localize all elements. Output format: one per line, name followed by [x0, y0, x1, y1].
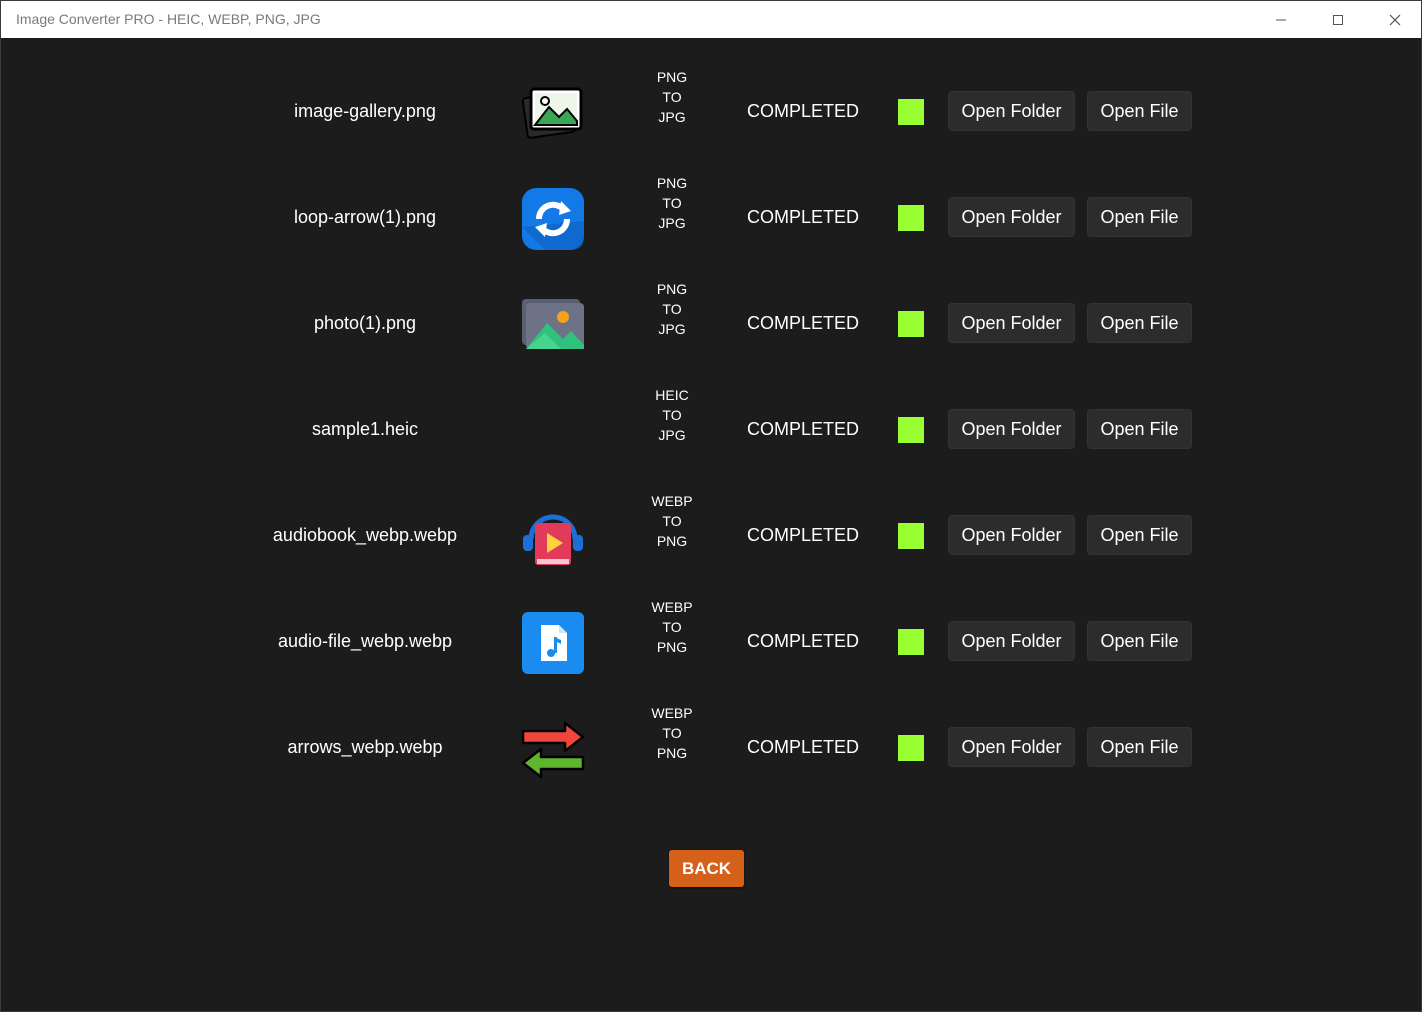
open-file-button[interactable]: Open File	[1087, 409, 1192, 449]
status-text: COMPLETED	[747, 101, 860, 121]
conversion-label: HEIC TO JPG	[641, 385, 703, 445]
to-word: TO	[662, 513, 682, 529]
open-file-button[interactable]: Open File	[1087, 515, 1192, 555]
file-name: audio-file_webp.webp	[277, 631, 453, 651]
open-folder-button[interactable]: Open Folder	[948, 515, 1075, 555]
status-indicator	[898, 629, 924, 655]
close-button[interactable]	[1367, 1, 1422, 38]
image-gallery-icon	[521, 81, 585, 145]
file-name: sample1.heic	[311, 419, 419, 439]
audiobook-icon	[521, 505, 585, 569]
source-format: PNG	[656, 175, 688, 191]
source-format: WEBP	[651, 493, 693, 509]
to-word: TO	[662, 301, 682, 317]
file-row: loop-arrow(1).png PNG TO JPG COMPLETED O…	[1, 144, 1421, 250]
file-row: arrows_webp.webp WEBP TO PNG COMPLETED O…	[1, 674, 1421, 780]
to-word: TO	[662, 619, 682, 635]
file-name: audiobook_webp.webp	[272, 525, 458, 545]
to-word: TO	[662, 195, 682, 211]
file-row: audio-file_webp.webp WEBP TO PNG COMPLET…	[1, 568, 1421, 674]
source-format: PNG	[656, 281, 688, 297]
target-format: PNG	[656, 639, 688, 655]
status-indicator	[898, 205, 924, 231]
open-file-button[interactable]: Open File	[1087, 621, 1192, 661]
open-file-button[interactable]: Open File	[1087, 727, 1192, 767]
status-text: COMPLETED	[747, 313, 860, 333]
target-format: PNG	[656, 533, 688, 549]
file-name: arrows_webp.webp	[287, 737, 443, 757]
to-word: TO	[662, 725, 682, 741]
loop-arrow-icon	[521, 187, 585, 251]
target-format: JPG	[658, 427, 686, 443]
source-format: PNG	[656, 69, 688, 85]
open-folder-button[interactable]: Open Folder	[948, 727, 1075, 767]
status-text: COMPLETED	[747, 631, 860, 651]
file-name: image-gallery.png	[294, 101, 436, 121]
file-name: loop-arrow(1).png	[293, 207, 437, 227]
open-file-button[interactable]: Open File	[1087, 91, 1192, 131]
file-row: audiobook_webp.webp WEBP TO PNG COMPLETE…	[1, 462, 1421, 568]
conversion-label: PNG TO JPG	[641, 173, 703, 233]
minimize-button[interactable]	[1253, 1, 1309, 38]
open-folder-button[interactable]: Open Folder	[948, 409, 1075, 449]
open-file-button[interactable]: Open File	[1087, 303, 1192, 343]
open-file-button[interactable]: Open File	[1087, 197, 1192, 237]
conversion-label: PNG TO JPG	[641, 279, 703, 339]
open-folder-button[interactable]: Open Folder	[948, 621, 1075, 661]
open-folder-button[interactable]: Open Folder	[948, 197, 1075, 237]
status-indicator	[898, 735, 924, 761]
status-text: COMPLETED	[747, 419, 860, 439]
app-window: Image Converter PRO - HEIC, WEBP, PNG, J…	[0, 0, 1422, 1012]
conversion-label: WEBP TO PNG	[641, 703, 703, 763]
source-format: WEBP	[651, 599, 693, 615]
arrows-icon	[521, 717, 585, 781]
file-row: sample1.heic HEIC TO JPG COMPLETED Open …	[1, 356, 1421, 462]
status-indicator	[898, 523, 924, 549]
status-indicator	[898, 311, 924, 337]
conversion-label: WEBP TO PNG	[641, 491, 703, 551]
target-format: JPG	[658, 321, 686, 337]
file-row: image-gallery.png PNG TO JPG COMPLETED O…	[1, 38, 1421, 144]
source-format: WEBP	[651, 705, 693, 721]
status-text: COMPLETED	[747, 737, 860, 757]
conversion-label: WEBP TO PNG	[641, 597, 703, 657]
to-word: TO	[662, 89, 682, 105]
to-word: TO	[662, 407, 682, 423]
results-panel: image-gallery.png PNG TO JPG COMPLETED O…	[1, 38, 1421, 1011]
status-text: COMPLETED	[747, 525, 860, 545]
open-folder-button[interactable]: Open Folder	[948, 91, 1075, 131]
photo-icon	[521, 293, 585, 357]
status-text: COMPLETED	[747, 207, 860, 227]
conversion-label: PNG TO JPG	[641, 67, 703, 127]
maximize-icon	[1333, 14, 1343, 25]
audio-file-icon	[521, 611, 585, 675]
target-format: JPG	[658, 215, 686, 231]
target-format: JPG	[658, 109, 686, 125]
close-icon	[1389, 14, 1401, 25]
file-row: photo(1).png PNG TO JPG COMPLETED Open F…	[1, 250, 1421, 356]
file-name: photo(1).png	[313, 313, 417, 333]
minimize-icon	[1276, 19, 1286, 20]
title-bar[interactable]: Image Converter PRO - HEIC, WEBP, PNG, J…	[1, 1, 1421, 38]
source-format: HEIC	[655, 387, 689, 403]
back-button[interactable]: BACK	[669, 850, 744, 887]
target-format: PNG	[656, 745, 688, 761]
maximize-button[interactable]	[1310, 1, 1366, 38]
open-folder-button[interactable]: Open Folder	[948, 303, 1075, 343]
status-indicator	[898, 417, 924, 443]
window-title: Image Converter PRO - HEIC, WEBP, PNG, J…	[16, 11, 321, 27]
status-indicator	[898, 99, 924, 125]
